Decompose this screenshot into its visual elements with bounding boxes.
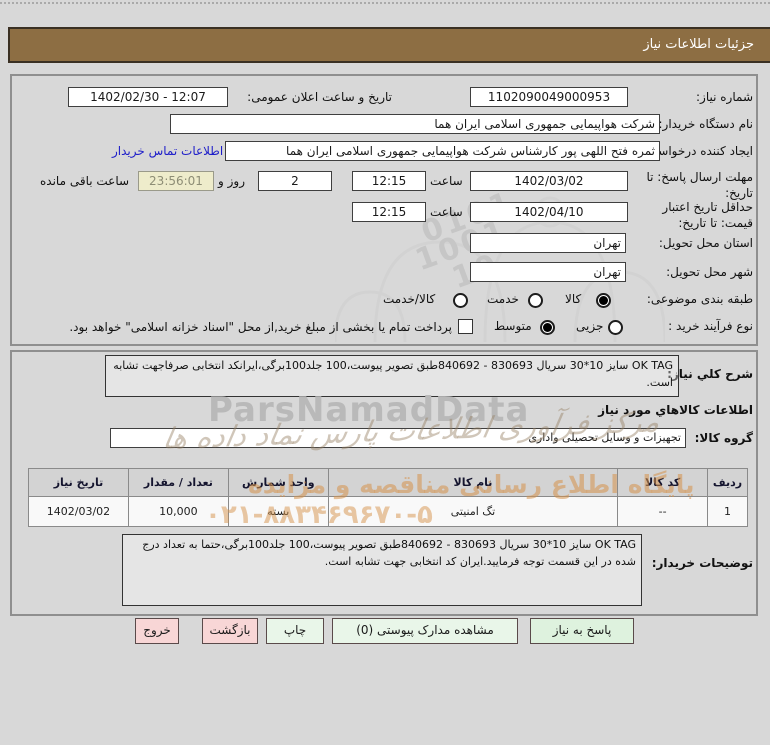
radio-goods-label: کالا: [565, 292, 582, 306]
col-item-name: نام کالا: [327, 468, 619, 497]
treasury-docs-checkbox[interactable]: [458, 319, 473, 334]
goods-group-field[interactable]: تجهیزات و وسایل تحصیلی واداری: [110, 428, 686, 448]
need-desc-box[interactable]: OK TAG سایز 10*30 سریال 830693 - 840692ط…: [105, 355, 679, 397]
days-and-label: روز و: [218, 174, 245, 188]
print-button[interactable]: چاپ: [266, 618, 324, 644]
province-label: استان محل تحویل:: [658, 236, 753, 250]
price-validity-label: حداقل تاریخ اعتبار قیمت: تا تاریخ:: [662, 200, 753, 231]
top-divider: [0, 2, 770, 4]
cell-row-number: 1: [707, 496, 748, 527]
announce-datetime-label: تاریخ و ساعت اعلان عمومی:: [247, 90, 392, 104]
city-field[interactable]: تهران: [470, 262, 626, 282]
radio-goods-service-label: کالا/خدمت: [383, 292, 436, 306]
goods-section-title: اطلاعات کالاهاي مورد نیاز: [598, 403, 753, 417]
cell-need-date: 1402/03/02: [28, 496, 129, 527]
radio-medium-label: متوسط: [494, 319, 532, 333]
announce-datetime-field[interactable]: 1402/02/30 - 12:07: [68, 87, 228, 107]
reply-deadline-date-field[interactable]: 1402/03/02: [470, 171, 628, 191]
radio-minor[interactable]: [608, 320, 623, 335]
buyer-org-label: نام دستگاه خریدار:: [658, 117, 754, 131]
exit-button[interactable]: خروج: [135, 618, 179, 644]
col-item-code: کد کالا: [617, 468, 709, 497]
buyer-notes-box[interactable]: OK TAG سایز 10*30 سریال 830693 - 840692ط…: [122, 534, 642, 606]
col-row-number: ردیف: [707, 468, 748, 497]
purchase-type-label: نوع فرآیند خرید :: [668, 319, 753, 333]
reply-deadline-hour-label: ساعت: [430, 174, 463, 188]
price-validity-hour-label: ساعت: [430, 205, 463, 219]
price-validity-date-field[interactable]: 1402/04/10: [470, 202, 628, 222]
subject-class-label: طبقه بندی موضوعی:: [646, 292, 753, 306]
treasury-docs-checkbox-label: پرداخت تمام یا بخشی از مبلغ خرید,از محل …: [69, 320, 452, 334]
col-unit: واحد شمارش: [227, 468, 329, 497]
radio-service[interactable]: [528, 293, 543, 308]
buyer-contact-link[interactable]: اطلاعات تماس خریدار: [112, 144, 223, 158]
buyer-org-field[interactable]: شرکت هواپیمایی جمهوری اسلامی ایران هما: [170, 114, 660, 134]
province-field[interactable]: تهران: [470, 233, 626, 253]
page-title: جزئیات اطلاعات نیاز: [8, 27, 770, 63]
radio-goods[interactable]: [596, 293, 611, 308]
goods-table-header-row: ردیف کد کالا نام کالا واحد شمارش تعداد /…: [28, 468, 748, 497]
reply-deadline-days-field[interactable]: 2: [258, 171, 332, 191]
cell-quantity: 10,000: [127, 496, 229, 527]
radio-minor-label: جزیی: [576, 319, 604, 333]
cell-unit: بسته: [227, 496, 329, 527]
need-number-label: شماره نیاز:: [696, 90, 753, 104]
col-quantity: تعداد / مقدار: [127, 468, 229, 497]
view-attachments-button[interactable]: مشاهده مدارک پیوستی (0): [332, 618, 518, 644]
need-desc-label: شرح کلي نیاز:: [667, 367, 753, 381]
cell-item-name: تگ امنیتی: [327, 496, 619, 527]
radio-medium[interactable]: [540, 320, 555, 335]
reply-deadline-time-field[interactable]: 12:15: [352, 171, 426, 191]
back-button[interactable]: بازگشت: [202, 618, 258, 644]
countdown-timer: 23:56:01: [138, 171, 214, 191]
buyer-notes-label: توضیحات خریدار:: [651, 556, 753, 570]
price-validity-time-field[interactable]: 12:15: [352, 202, 426, 222]
goods-group-label: گروه کالا:: [694, 431, 753, 445]
cell-item-code: --: [617, 496, 709, 527]
radio-service-label: خدمت: [487, 292, 519, 306]
need-number-field[interactable]: 1102090049000953: [470, 87, 628, 107]
reply-deadline-label: مهلت ارسال پاسخ: تا تاریخ:: [646, 170, 753, 201]
city-label: شهر محل تحویل:: [666, 265, 753, 279]
hours-remaining-label: ساعت باقی مانده: [40, 174, 130, 188]
request-creator-field[interactable]: ثمره فتح اللهی پور کارشناس شرکت هواپیمای…: [225, 141, 660, 161]
col-need-date: تاریخ نیاز: [28, 468, 129, 497]
reply-to-need-button[interactable]: پاسخ به نیاز: [530, 618, 634, 644]
need-details-page: 0101 1001 10 جزئیات اطلاعات نیاز شماره ن…: [0, 0, 770, 745]
goods-table: ردیف کد کالا نام کالا واحد شمارش تعداد /…: [28, 468, 748, 527]
goods-table-row: 1 -- تگ امنیتی بسته 10,000 1402/03/02: [28, 496, 748, 527]
radio-goods-service[interactable]: [453, 293, 468, 308]
